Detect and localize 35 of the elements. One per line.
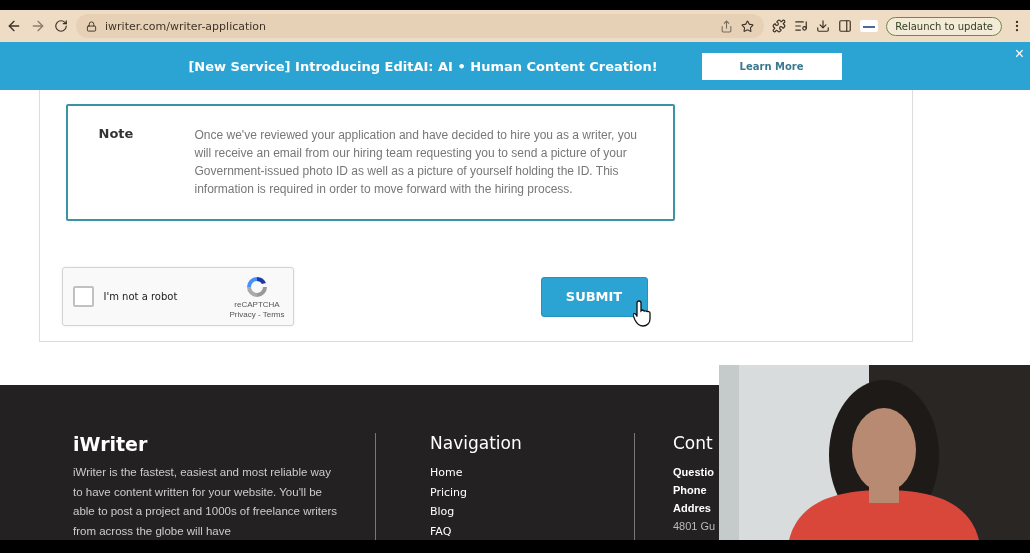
share-icon[interactable] — [720, 19, 734, 33]
banner-text: [New Service] Introducing EditAI: AI • Human Content Creation! — [188, 58, 658, 74]
note-label: Note — [98, 126, 135, 143]
captcha-label: I'm not a robot — [103, 291, 179, 302]
captcha-checkbox[interactable] — [72, 286, 94, 307]
forward-icon[interactable] — [30, 18, 46, 34]
footer-link[interactable]: FAQ — [430, 521, 634, 540]
footer-link[interactable]: Blog — [430, 502, 634, 522]
puzzle-icon[interactable] — [772, 19, 787, 33]
url-text: iwriter.com/writer-application — [105, 19, 268, 33]
footer-description: iWriter is the fastest, easiest and most reliable way to have content written for your website. You'll be able to post a project and 1000s of freelance writers from across the globe will have — [73, 465, 339, 539]
contact-line: 4801 Gu — [673, 519, 716, 534]
sidebar-icon[interactable] — [838, 19, 853, 33]
note-text: Once we've reviewed your application and have decided to hire you as a writer, you will receive an email from our hiring team requesting you to send a picture of your Government-issued photo ID as well as a picture of yourself holding the ID. This information is required in order to move forward with the hiring process. — [194, 127, 639, 198]
iwriter-logo[interactable]: iWriter — [73, 433, 375, 455]
privacy-terms-link[interactable]: Privacy - Terms — [229, 309, 285, 319]
navigation-heading: Navigation — [430, 433, 523, 453]
footer-link[interactable]: Home — [430, 463, 634, 483]
contact-line: Phone — [673, 483, 707, 498]
contact-line: Questio — [673, 465, 714, 480]
playlist-icon[interactable] — [794, 19, 809, 33]
recaptcha-text: reCAPTCHA — [234, 299, 280, 309]
lock-icon — [86, 20, 97, 32]
back-icon[interactable] — [6, 18, 22, 34]
reload-icon[interactable] — [54, 19, 68, 33]
address-bar[interactable]: iwriter.com/writer-application — [76, 14, 765, 38]
relaunch-button[interactable]: Relaunch to update — [886, 16, 1002, 36]
learn-more-button[interactable]: Learn More — [701, 52, 842, 80]
download-icon[interactable] — [816, 19, 831, 33]
footer-link[interactable]: Pricing — [430, 482, 634, 502]
profile-icon[interactable] — [860, 20, 879, 32]
recaptcha-icon — [245, 274, 269, 299]
contact-heading: Cont — [673, 433, 714, 453]
star-icon[interactable] — [741, 19, 755, 33]
contact-line: Addres — [673, 501, 711, 516]
